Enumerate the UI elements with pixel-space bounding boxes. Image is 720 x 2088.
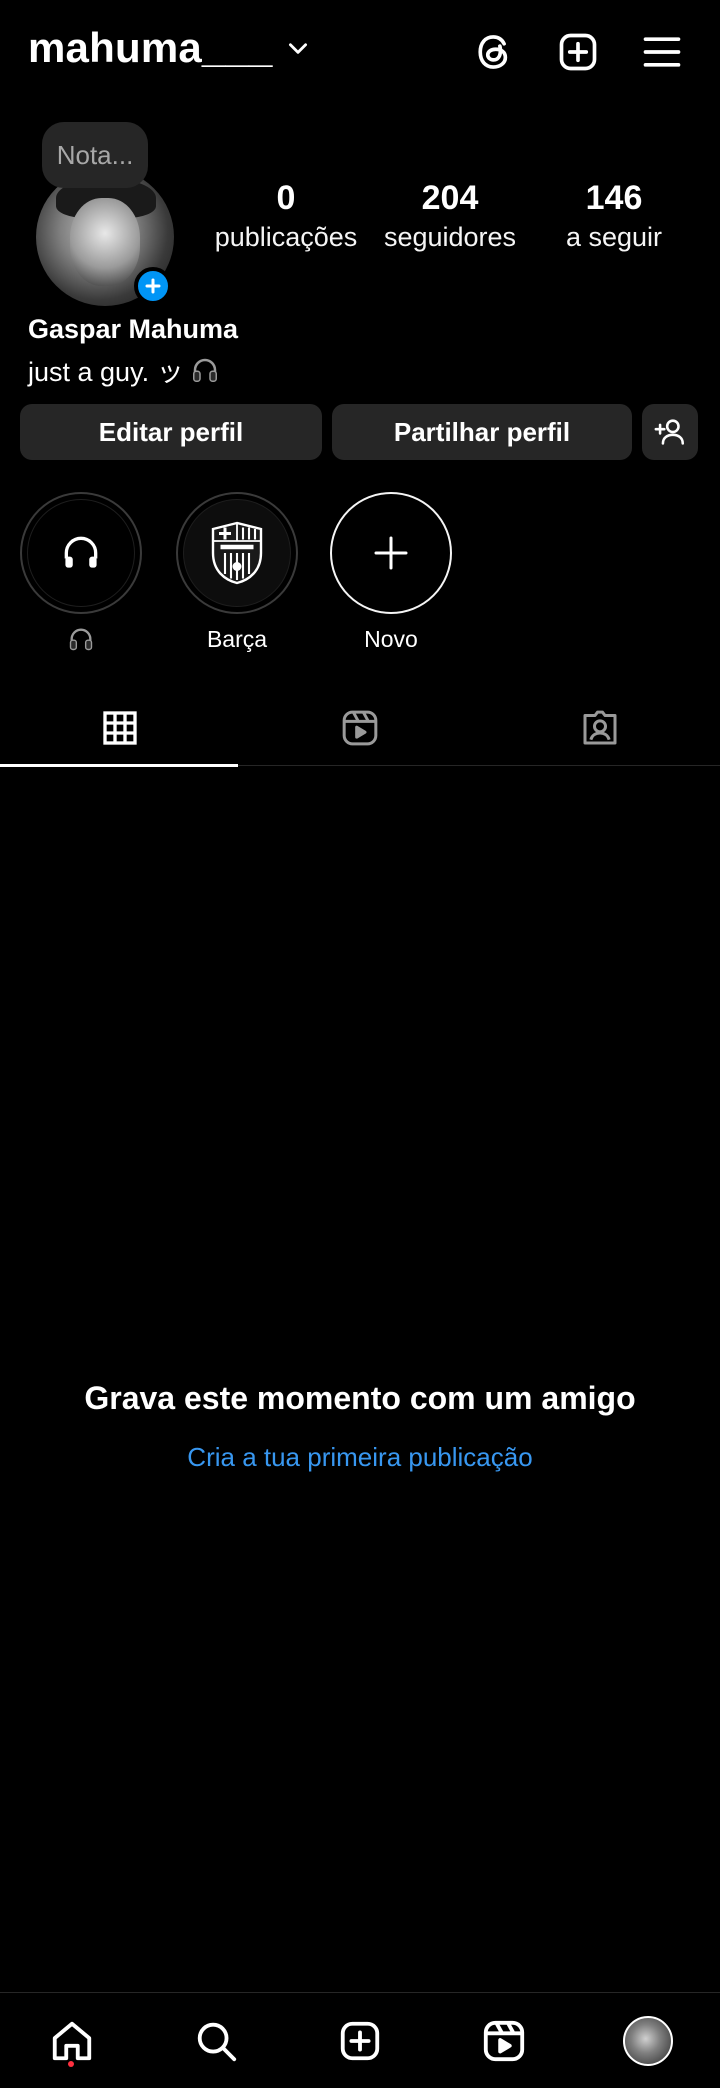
highlight-barca[interactable]: Barça <box>174 492 300 654</box>
nav-search[interactable] <box>144 1993 288 2088</box>
menu-icon[interactable] <box>634 24 690 80</box>
following-count-value: 146 <box>585 179 643 217</box>
nav-home[interactable] <box>0 1993 144 2088</box>
chevron-down-icon <box>288 43 307 54</box>
headphones-icon <box>64 536 98 568</box>
following-count-label: a seguir <box>565 222 663 252</box>
nav-profile[interactable] <box>576 1993 720 2088</box>
threads-icon[interactable] <box>466 24 522 80</box>
profile-tabs <box>0 690 720 767</box>
profile-page: mahuma___ Nota... 0 publicações 204 segu… <box>0 0 720 2088</box>
bio-text: just a guy. ッ <box>28 357 184 387</box>
search-icon <box>197 2022 237 2062</box>
create-first-post-link[interactable]: Cria a tua primeira publicação <box>0 1442 720 1473</box>
create-icon <box>340 2021 380 2061</box>
tab-tagged[interactable] <box>480 690 720 766</box>
top-bar: mahuma___ <box>0 0 720 104</box>
posts-count-label: publicações <box>214 222 358 252</box>
empty-state-title: Grava este momento com um amigo <box>84 1380 636 1416</box>
home-icon <box>52 2021 92 2061</box>
bio: just a guy. ッ <box>28 350 220 389</box>
reels-icon <box>342 710 378 746</box>
notification-dot <box>68 2061 74 2067</box>
highlight-headphones[interactable] <box>18 492 144 654</box>
note-bubble[interactable]: Nota... <box>42 122 148 188</box>
tab-posts-grid[interactable] <box>0 690 240 767</box>
add-person-icon <box>654 419 685 445</box>
share-profile-button[interactable]: Partilhar perfil <box>332 404 632 460</box>
posts-count: 0 publicações <box>206 176 366 254</box>
nav-create[interactable] <box>288 1993 432 2088</box>
highlight-label: Novo <box>364 626 418 652</box>
following-count[interactable]: 146 a seguir <box>534 176 694 254</box>
highlight-new[interactable]: Novo <box>328 492 454 654</box>
tagged-icon <box>583 710 617 745</box>
headphones-icon <box>192 358 217 382</box>
nav-reels[interactable] <box>432 1993 576 2088</box>
discover-people-button[interactable] <box>642 404 698 460</box>
followers-count-value: 204 <box>421 179 479 217</box>
full-name: Gaspar Mahuma <box>28 314 239 344</box>
highlight-label: Barça <box>206 626 268 652</box>
create-icon[interactable] <box>550 24 606 80</box>
followers-count[interactable]: 204 seguidores <box>370 176 530 254</box>
bottom-nav <box>0 1992 720 2088</box>
edit-profile-button[interactable]: Editar perfil <box>20 404 322 460</box>
profile-avatar <box>623 2016 673 2066</box>
tab-reels[interactable] <box>240 690 480 766</box>
headphones-emoji-icon <box>69 628 93 651</box>
plus-icon <box>374 536 408 570</box>
grid-icon <box>103 711 137 745</box>
fcb-crest-icon <box>211 521 263 585</box>
reels-icon <box>483 2020 525 2062</box>
posts-count-value: 0 <box>276 179 296 217</box>
username: mahuma___ <box>28 24 273 71</box>
followers-count-label: seguidores <box>383 222 517 252</box>
add-story-icon[interactable] <box>134 267 172 305</box>
account-switcher[interactable]: mahuma___ <box>28 24 311 72</box>
